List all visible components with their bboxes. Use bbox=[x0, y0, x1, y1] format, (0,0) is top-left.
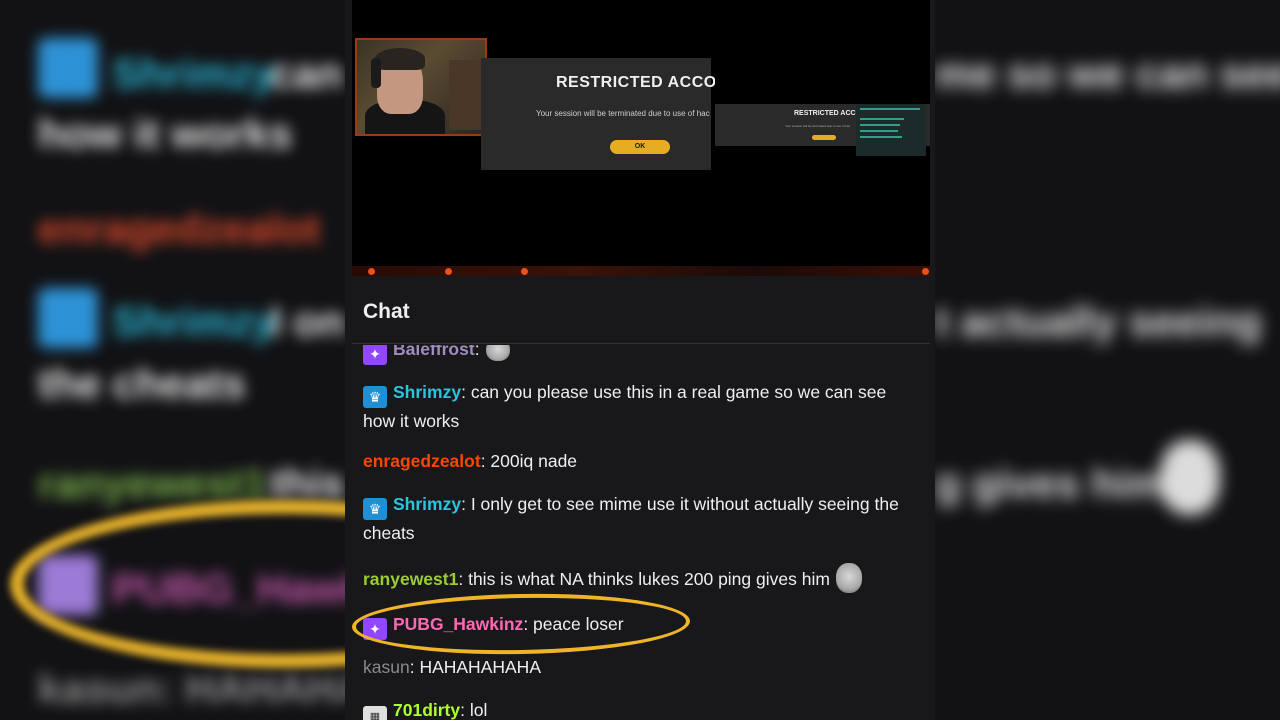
nested-stream-preview: RESTRICTED ACCOUN Your session will be t… bbox=[715, 66, 930, 156]
blurred-text: t actually seeing bbox=[935, 298, 1262, 345]
dialog-title: RESTRICTED ACCOU bbox=[556, 74, 729, 91]
chat-separator: : bbox=[474, 345, 480, 359]
chat-text: HAHAHAHAHA bbox=[414, 657, 541, 677]
blurred-emote bbox=[1160, 440, 1220, 515]
chat-title: Chat bbox=[363, 300, 410, 323]
chat-message: kasun: HAHAHAHAHA bbox=[363, 654, 923, 680]
chat-text: lol bbox=[465, 700, 488, 720]
stream-video[interactable]: RESTRICTED ACCOU Your session will be te… bbox=[352, 0, 930, 276]
chat-username[interactable]: kasun bbox=[363, 657, 410, 677]
chat-message: ♛ Shrimzy: I only get to see mime use it … bbox=[363, 491, 923, 546]
blurred-text: can bbox=[270, 50, 343, 97]
nested-bar bbox=[860, 124, 900, 126]
blurred-username: Shrimzy bbox=[112, 50, 276, 97]
blurred-text: the cheats bbox=[38, 360, 246, 407]
chat-message: enragedzealot: 200iq nade bbox=[363, 448, 923, 474]
sub-icon: ▦ bbox=[363, 706, 387, 720]
nested-side-panel bbox=[856, 104, 926, 156]
chat-message-list[interactable]: ✦ Baleffrost: ♛ Shrimzy: can you please us… bbox=[345, 345, 935, 720]
chat-text: this is what NA thinks lukes 200 ping gi… bbox=[463, 569, 830, 589]
blurred-crown-icon bbox=[38, 38, 98, 98]
nested-bar bbox=[860, 108, 920, 110]
crown-icon: ♛ bbox=[363, 498, 387, 520]
chat-text: 200iq nade bbox=[485, 451, 578, 471]
emote-icon bbox=[835, 563, 862, 593]
nested-ok-button bbox=[812, 135, 836, 140]
game-hud-bar bbox=[352, 266, 930, 276]
webcam-person-hair bbox=[375, 48, 425, 70]
blurred-text: I on bbox=[270, 298, 345, 345]
crown-icon: ♛ bbox=[363, 386, 387, 408]
nested-dialog-message: Your session will be terminated due to u… bbox=[785, 124, 851, 128]
restricted-account-dialog: RESTRICTED ACCOU Your session will be te… bbox=[481, 58, 728, 170]
dialog-message: Your session will be terminated due to u… bbox=[536, 109, 710, 118]
chat-username[interactable]: Shrimzy bbox=[393, 494, 461, 514]
hud-dot-icon bbox=[445, 268, 452, 275]
nested-bar bbox=[860, 136, 902, 138]
chat-header: Chat bbox=[352, 282, 930, 344]
chat-message: ▦ 701dirty: lol bbox=[363, 697, 923, 720]
chat-username[interactable]: 701dirty bbox=[393, 700, 460, 720]
blurred-username: enragedzealot bbox=[38, 205, 321, 252]
nested-bar bbox=[860, 130, 898, 132]
blurred-text: g gives him bbox=[935, 460, 1167, 507]
hud-dot-icon bbox=[368, 268, 375, 275]
chat-username[interactable]: ranyewest1 bbox=[363, 569, 458, 589]
blurred-crown-icon bbox=[38, 288, 98, 348]
hud-dot-icon bbox=[922, 268, 929, 275]
blurred-background-right: me so we can see t actually seeing g giv… bbox=[935, 0, 1280, 720]
chat-username[interactable]: Shrimzy bbox=[393, 382, 461, 402]
webcam-overlay bbox=[355, 38, 487, 136]
chat-message: ranyewest1: this is what NA thinks lukes… bbox=[363, 563, 923, 593]
blurred-text: how it works bbox=[38, 110, 293, 157]
chat-username[interactable]: enragedzealot bbox=[363, 451, 481, 471]
dialog-ok-button[interactable]: OK bbox=[610, 140, 670, 154]
nested-bar bbox=[860, 118, 904, 120]
blurred-text: kasun: HAHAHA bbox=[38, 665, 345, 712]
blurred-background-left: Shrimzy can how it works enragedzealot S… bbox=[0, 0, 345, 720]
emote-icon bbox=[485, 345, 510, 361]
prime-icon: ✦ bbox=[363, 345, 387, 365]
blurred-username: Shrimzy bbox=[112, 298, 276, 345]
headset-icon bbox=[371, 58, 381, 88]
chat-username[interactable]: Baleffrost bbox=[393, 345, 475, 359]
webcam-shelf bbox=[449, 60, 483, 130]
chat-message: ✦ Baleffrost: bbox=[363, 345, 923, 365]
blurred-text: me so we can see bbox=[935, 50, 1280, 97]
chat-message: ♛ Shrimzy: can you please use this in a r… bbox=[363, 379, 923, 434]
hud-dot-icon bbox=[521, 268, 528, 275]
